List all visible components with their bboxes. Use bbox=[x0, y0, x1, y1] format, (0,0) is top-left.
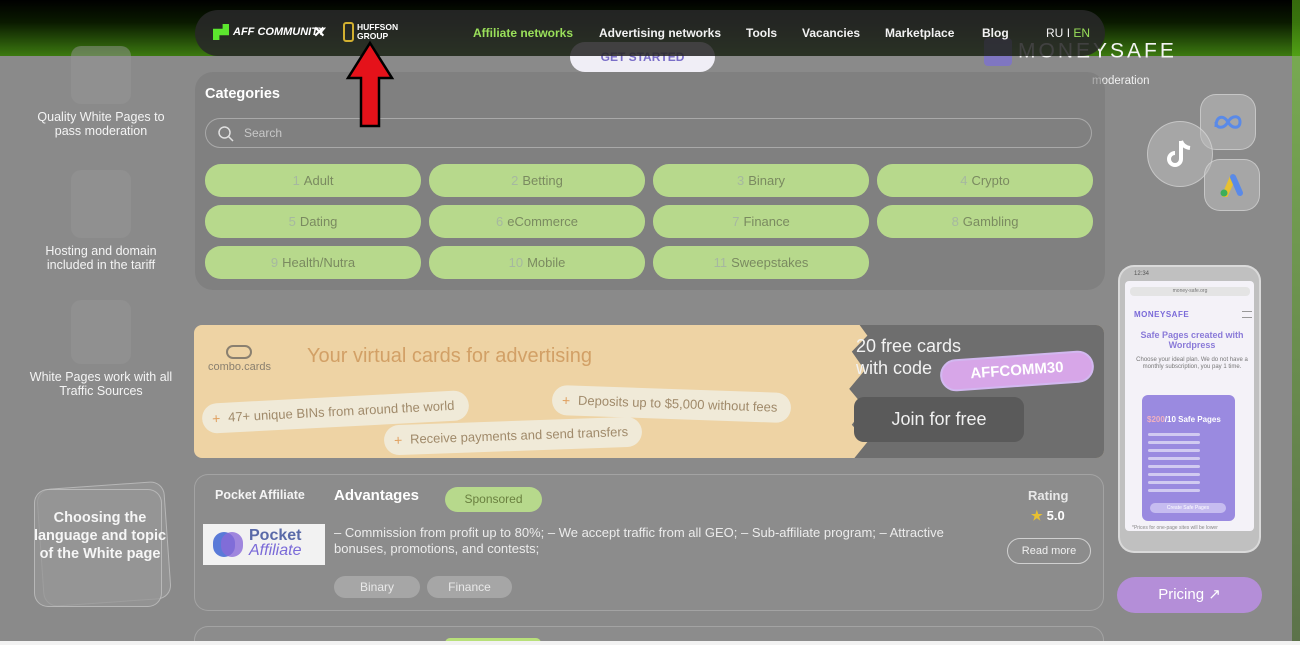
huffson-mark-icon bbox=[343, 22, 354, 42]
category-betting[interactable]: 2 Betting bbox=[429, 164, 645, 197]
category-finance[interactable]: 7 Finance bbox=[653, 205, 869, 238]
logo-text: Pocket Affiliate bbox=[249, 527, 302, 559]
sponsored-badge: Sponsored bbox=[445, 487, 542, 512]
phone-url: money-safe.org bbox=[1130, 287, 1250, 296]
feature-choose-language: Choosing the language and topic of the W… bbox=[30, 480, 172, 610]
category-binary[interactable]: 3 Binary bbox=[653, 164, 869, 197]
feature-quality-white-pages: Quality White Pages to pass moderation bbox=[26, 46, 176, 138]
nav-tools[interactable]: Tools bbox=[746, 26, 777, 40]
nav-vacancies[interactable]: Vacancies bbox=[802, 26, 860, 40]
category-crypto[interactable]: 4 Crypto bbox=[877, 164, 1093, 197]
lang-separator: I bbox=[1066, 26, 1071, 40]
plan-feature-line bbox=[1148, 449, 1200, 452]
collab-x-icon: ✕ bbox=[313, 24, 326, 41]
combo-cards-logo: combo.cards bbox=[208, 345, 271, 373]
lang-en[interactable]: EN bbox=[1073, 26, 1090, 40]
logo-circle-purple bbox=[221, 532, 243, 557]
combo-cards-ad-banner[interactable]: combo.cards Your virtual cards for adver… bbox=[194, 325, 1104, 458]
right-edge-accent bbox=[1292, 0, 1300, 645]
plan-feature-line bbox=[1148, 457, 1200, 460]
phone-subtext: Choose your ideal plan. We do not have a… bbox=[1136, 357, 1248, 370]
phone-logo: MONEYSAFE bbox=[1134, 310, 1190, 319]
phone-headline: Safe Pages created with Wordpress bbox=[1140, 330, 1244, 350]
phone-plan-cta: Create Safe Pages bbox=[1150, 503, 1226, 513]
nav-blog[interactable]: Blog bbox=[982, 26, 1009, 40]
phone-plan-card: $200/10 Safe Pages Create Safe Pages bbox=[1142, 395, 1235, 521]
phone-footnote: *Prices for one-page sites will be lower bbox=[1132, 525, 1218, 531]
tag-binary[interactable]: Binary bbox=[334, 576, 420, 598]
feature-text: Choosing the language and topic of the W… bbox=[33, 510, 167, 562]
menu-icon bbox=[1242, 311, 1252, 318]
phone-plan-price: $200/10 Safe Pages bbox=[1147, 415, 1221, 424]
plan-feature-line bbox=[1148, 489, 1200, 492]
language-switcher: RU I EN bbox=[1046, 26, 1090, 40]
nav-affiliate-networks[interactable]: Affiliate networks bbox=[473, 26, 573, 40]
category-search-field[interactable] bbox=[205, 118, 1092, 148]
feature-traffic-sources: White Pages work with all Traffic Source… bbox=[26, 300, 176, 398]
category-gambling[interactable]: 8 Gambling bbox=[877, 205, 1093, 238]
search-icon bbox=[218, 126, 234, 142]
pocket-affiliate-logo[interactable]: Pocket Affiliate bbox=[203, 524, 325, 565]
category-health-nutra[interactable]: 9 Health/Nutra bbox=[205, 246, 421, 279]
server-question-icon bbox=[71, 170, 131, 238]
lang-ru[interactable]: RU bbox=[1046, 26, 1063, 40]
red-arrow-annotation bbox=[345, 40, 395, 128]
category-sweepstakes[interactable]: 11 Sweepstakes bbox=[653, 246, 869, 279]
category-mobile[interactable]: 10 Mobile bbox=[429, 246, 645, 279]
banner-headline: Your virtual cards for advertising bbox=[307, 345, 592, 367]
huffson-group-logo[interactable]: HUFFSON GROUP bbox=[343, 22, 398, 42]
phone-time: 12:34 bbox=[1134, 271, 1150, 277]
feature-text: Hosting and domain included in the tarif… bbox=[45, 244, 157, 272]
plan-feature-line bbox=[1148, 481, 1200, 484]
plan-feature-line bbox=[1148, 473, 1200, 476]
categories-title: Categories bbox=[205, 86, 280, 102]
plan-feature-line bbox=[1148, 433, 1200, 436]
category-ecommerce[interactable]: 6 eCommerce bbox=[429, 205, 645, 238]
laptop-check-icon bbox=[71, 46, 131, 104]
category-adult[interactable]: 1 Adult bbox=[205, 164, 421, 197]
advantages-text: – Commission from profit up to 80%; – We… bbox=[334, 525, 944, 556]
read-more-button[interactable]: Read more bbox=[1007, 538, 1091, 564]
feature-text: Quality White Pages to pass moderation bbox=[37, 110, 165, 138]
advantages-title: Advantages bbox=[334, 487, 420, 504]
aff-logo-mark-icon bbox=[213, 24, 229, 40]
play-link-icon bbox=[71, 300, 131, 364]
category-dating[interactable]: 5 Dating bbox=[205, 205, 421, 238]
combo-cards-rings-icon bbox=[226, 345, 253, 359]
pricing-button[interactable]: Pricing ↗ bbox=[1117, 577, 1262, 613]
affiliate-name[interactable]: Pocket Affiliate bbox=[215, 488, 305, 502]
star-icon: ★ bbox=[1031, 508, 1043, 523]
tag-finance[interactable]: Finance bbox=[427, 576, 512, 598]
feature-hosting-domain: Hosting and domain included in the tarif… bbox=[26, 170, 176, 272]
arrow-up-right-icon: ↗ bbox=[1208, 586, 1221, 603]
aff-community-logo[interactable]: AFF COMMUNITY bbox=[213, 24, 325, 40]
plan-feature-line bbox=[1148, 465, 1200, 468]
rating-value: ★ 5.0 bbox=[1031, 508, 1065, 523]
bottom-edge bbox=[0, 641, 1300, 645]
top-navbar: AFF COMMUNITY ✕ HUFFSON GROUP Affiliate n… bbox=[195, 10, 1105, 56]
google-ads-icon bbox=[1204, 159, 1260, 211]
phone-mockup: 12:34 money-safe.org MONEYSAFE Safe Page… bbox=[1118, 265, 1261, 553]
category-grid: 1 Adult 2 Betting 3 Binary 4 Crypto 5 Dating … bbox=[205, 164, 1093, 279]
plan-feature-line bbox=[1148, 441, 1200, 444]
nav-advertising-networks[interactable]: Advertising networks bbox=[599, 26, 721, 40]
join-for-free-button[interactable]: Join for free bbox=[854, 397, 1024, 442]
huffson-text: HUFFSON GROUP bbox=[357, 22, 399, 41]
rating-label: Rating bbox=[1028, 488, 1069, 503]
feature-text: White Pages work with all Traffic Source… bbox=[29, 370, 173, 398]
nav-marketplace[interactable]: Marketplace bbox=[885, 26, 954, 40]
